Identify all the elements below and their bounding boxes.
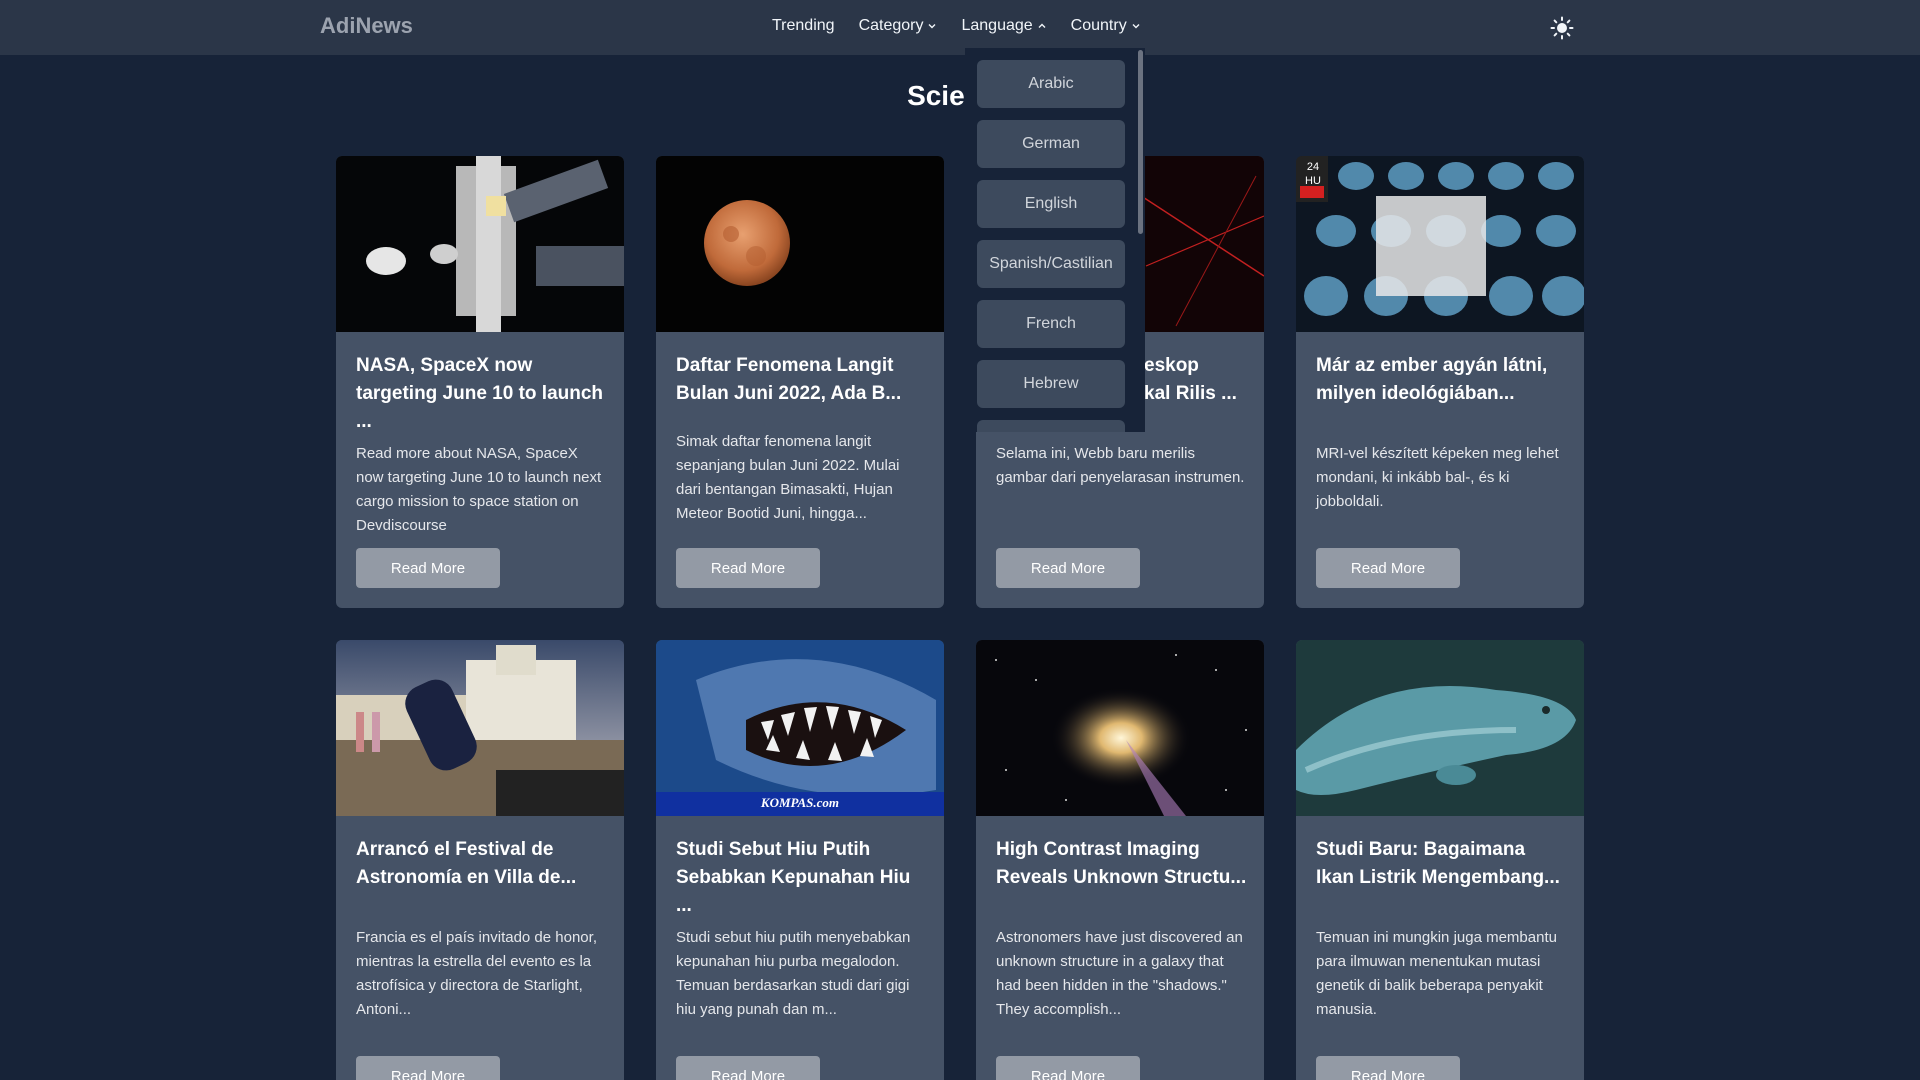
page-title: Science	[907, 80, 1013, 111]
news-card: High Contrast Imaging Reveals Unknown St…	[976, 640, 1264, 1080]
card-title[interactable]: Studi Sebut Hiu Putih Sebabkan Kepunahan…	[676, 836, 928, 920]
language-option-german[interactable]: German	[977, 120, 1125, 168]
card-title[interactable]: Arrancó el Festival de Astronomía en Vil…	[356, 836, 608, 892]
nav-trending-label: Trending	[772, 17, 835, 34]
read-more-button[interactable]: Read More	[356, 1056, 500, 1080]
card-title[interactable]: NASA, SpaceX now targeting June 10 to la…	[356, 352, 608, 436]
read-more-button[interactable]: Read More	[356, 548, 500, 588]
card-title[interactable]: Már az ember agyán látni, milyen ideológ…	[1316, 352, 1568, 408]
nav-trending[interactable]: Trending	[772, 17, 835, 35]
language-option-partial[interactable]	[977, 420, 1125, 432]
news-card: NASA, SpaceX now targeting June 10 to la…	[336, 156, 624, 608]
read-more-button[interactable]: Read More	[676, 548, 820, 588]
card-badge: 24 HU	[1299, 160, 1327, 188]
image-watermark: KOMPAS.com	[760, 795, 840, 810]
card-title-line: kal Rilis ...	[1144, 383, 1237, 404]
read-more-button[interactable]: Read More	[676, 1056, 820, 1080]
read-more-button[interactable]: Read More	[996, 1056, 1140, 1080]
language-option-french[interactable]: French	[977, 300, 1125, 348]
card-image-space-station[interactable]	[336, 156, 624, 332]
news-card: Arrancó el Festival de Astronomía en Vil…	[336, 640, 624, 1080]
card-description: Simak daftar fenomena langit sepanjang b…	[676, 433, 900, 522]
read-more-button[interactable]: Read More	[996, 548, 1140, 588]
nav-category-label: Category	[858, 17, 924, 34]
card-description: Astronomers have just discovered an unkn…	[996, 929, 1243, 1018]
nav-links: Trending Category Language Country	[772, 17, 1141, 35]
sun-icon[interactable]	[1550, 16, 1574, 40]
read-more-button[interactable]: Read More	[1316, 548, 1460, 588]
card-description: Read more about NASA, SpaceX now targeti…	[356, 445, 602, 534]
dropdown-scrollbar[interactable]	[1138, 50, 1143, 234]
language-option-spanish[interactable]: Spanish/Castilian	[977, 240, 1125, 288]
nav-country-label: Country	[1070, 17, 1127, 34]
card-image-moon[interactable]	[656, 156, 944, 332]
card-image-shark[interactable]: KOMPAS.com	[656, 640, 944, 816]
card-description: Temuan ini mungkin juga membantu para il…	[1316, 929, 1557, 1018]
chevron-down-icon	[928, 24, 936, 29]
card-title-line: eskop	[1144, 355, 1199, 376]
news-card: KOMPAS.com Studi Sebut Hiu Putih Sebabka…	[656, 640, 944, 1080]
news-card: Daftar Fenomena Langit Bulan Juni 2022, …	[656, 156, 944, 608]
card-description: Studi sebut hiu putih menyebabkan kepuna…	[676, 929, 911, 1018]
card-title[interactable]: Daftar Fenomena Langit Bulan Juni 2022, …	[676, 352, 928, 408]
nav-country[interactable]: Country	[1071, 17, 1141, 35]
news-card: Studi Baru: Bagaimana Ikan Listrik Menge…	[1296, 640, 1584, 1080]
chevron-down-icon	[1132, 24, 1140, 29]
card-image-electric-fish[interactable]	[1296, 640, 1584, 816]
card-badge-text: 24 HU	[1305, 161, 1321, 187]
brand-logo[interactable]: AdiNews	[320, 13, 413, 39]
language-option-arabic[interactable]: Arabic	[977, 60, 1125, 108]
nav-language-label: Language	[961, 17, 1033, 34]
language-option-english[interactable]: English	[977, 180, 1125, 228]
navbar: AdiNews Trending Category Language Count…	[0, 0, 1920, 55]
language-option-hebrew[interactable]: Hebrew	[977, 360, 1125, 408]
card-image-telescope-plaza[interactable]	[336, 640, 624, 816]
card-description: Selama ini, Webb baru merilis gambar dar…	[996, 445, 1245, 486]
news-card: 24 HU Már az ember agyán látni, milyen i…	[1296, 156, 1584, 608]
card-description: Francia es el país invitado de honor, mi…	[356, 929, 597, 1018]
card-title[interactable]: High Contrast Imaging Reveals Unknown St…	[996, 836, 1248, 892]
nav-language[interactable]: Language	[961, 17, 1046, 35]
card-description: MRI-vel készített képeken meg lehet mond…	[1316, 445, 1559, 510]
card-title[interactable]: eskop kal Rilis ...	[1144, 352, 1254, 408]
language-dropdown: Arabic German English Spanish/Castilian …	[965, 48, 1145, 432]
card-title[interactable]: Studi Baru: Bagaimana Ikan Listrik Menge…	[1316, 836, 1568, 892]
card-image-galaxy[interactable]	[976, 640, 1264, 816]
read-more-button[interactable]: Read More	[1316, 1056, 1460, 1080]
card-image-mri[interactable]: 24 HU	[1296, 156, 1584, 332]
nav-category[interactable]: Category	[859, 17, 938, 35]
chevron-up-icon	[1038, 23, 1046, 28]
